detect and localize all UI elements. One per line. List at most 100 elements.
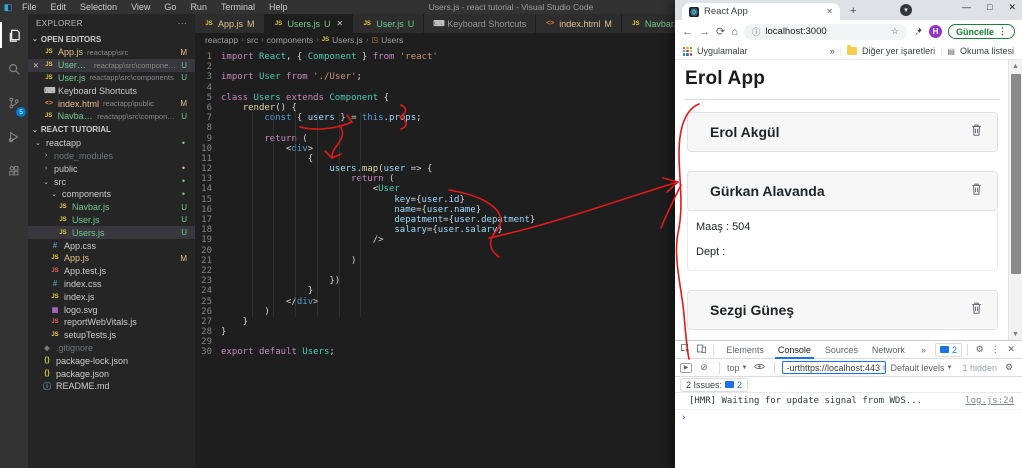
tree-file-app.css[interactable]: #App.css — [28, 239, 195, 252]
extensions-icon[interactable] — [0, 154, 28, 188]
tree-file-.gitignore[interactable]: ◆.gitignore — [28, 342, 195, 355]
address-text[interactable]: localhost:3000 — [765, 26, 886, 37]
explorer-more-icon[interactable]: ··· — [178, 19, 187, 28]
explorer-icon[interactable] — [0, 18, 28, 52]
tree-file-index.js[interactable]: JSindex.js — [28, 290, 195, 303]
tree-file-app.test.js[interactable]: JSApp.test.js — [28, 265, 195, 278]
breadcrumb-item[interactable]: src — [247, 35, 258, 45]
trash-icon[interactable] — [970, 182, 983, 201]
console-sidebar-icon[interactable]: ▶ — [680, 363, 692, 373]
profile-avatar[interactable]: H — [929, 25, 942, 38]
close-icon[interactable]: ✕ — [32, 61, 40, 70]
folder-icon[interactable] — [847, 47, 857, 55]
editor-tab-user-js[interactable]: JSUser.jsU — [353, 14, 424, 33]
devtools-more-tabs-icon[interactable]: » — [914, 341, 933, 359]
menu-go[interactable]: Go — [158, 2, 182, 12]
devtools-tab-network[interactable]: Network — [865, 341, 912, 359]
bookmark-reading-list[interactable]: Okuma listesi — [960, 46, 1014, 56]
user-card-header[interactable]: Gürkan Alavanda — [687, 171, 998, 211]
project-section[interactable]: ⌄ REACT TUTORIAL — [28, 123, 195, 137]
log-levels-selector[interactable]: Default levels ▼ — [890, 363, 952, 373]
tree-folder-node_modules[interactable]: ›node_modules — [28, 150, 195, 163]
devtools-tab-elements[interactable]: Elements — [719, 341, 771, 359]
devtools-tab-sources[interactable]: Sources — [818, 341, 865, 359]
back-icon[interactable]: ← — [682, 26, 693, 38]
menu-edit[interactable]: Edit — [45, 2, 73, 12]
scrollbar-thumb[interactable] — [1011, 74, 1021, 274]
context-selector[interactable]: top ▼ — [727, 363, 747, 373]
breadcrumb-item[interactable]: reactapp — [205, 35, 238, 45]
tree-file-package-lock.json[interactable]: {}package-lock.json — [28, 354, 195, 367]
editor-tab-keyboard-shortcuts[interactable]: ⌨Keyboard Shortcuts — [424, 14, 536, 33]
bookmark-apps[interactable]: Uygulamalar — [697, 46, 748, 56]
console-output[interactable]: [HMR] Waiting for update signal from WDS… — [675, 393, 1022, 468]
open-editors-section[interactable]: ⌄ OPEN EDITORS — [28, 32, 195, 46]
tab-close-icon[interactable]: ✕ — [826, 7, 833, 16]
editor-tab-users-js[interactable]: JSUsers.jsU✕ — [265, 14, 354, 33]
tree-file-logo.svg[interactable]: ▦logo.svg — [28, 303, 195, 316]
bookmarks-overflow-icon[interactable]: » — [830, 46, 835, 56]
close-icon[interactable]: ✕ — [337, 19, 344, 28]
source-control-icon[interactable]: 5 — [0, 86, 28, 120]
site-info-icon[interactable]: ⓘ — [752, 26, 761, 38]
bookmark-other[interactable]: Diğer yer işaretleri — [862, 46, 935, 56]
open-editor-item[interactable]: ⌨Keyboard Shortcuts — [28, 84, 195, 97]
forward-icon[interactable]: → — [699, 26, 710, 38]
browser-tab[interactable]: React App ✕ — [682, 3, 840, 20]
tree-file-package.json[interactable]: {}package.json — [28, 367, 195, 380]
device-toolbar-icon[interactable] — [695, 343, 709, 356]
devtools-menu-icon[interactable]: ⋮ — [989, 344, 1003, 355]
scroll-up-icon[interactable]: ▲ — [1012, 60, 1019, 72]
inspect-element-icon[interactable] — [679, 343, 693, 356]
open-editor-item[interactable]: JSUser.jsreactapp\src\componentsU — [28, 72, 195, 85]
bookmark-star-icon[interactable]: ☆ — [891, 26, 899, 37]
close-icon[interactable]: ✕ — [1008, 2, 1016, 13]
maximize-icon[interactable]: □ — [987, 2, 992, 13]
tree-file-navbar.js[interactable]: JSNavbar.jsU — [28, 201, 195, 214]
home-icon[interactable]: ⌂ — [731, 26, 738, 38]
menu-run[interactable]: Run — [184, 2, 213, 12]
tree-file-users.js[interactable]: JSUsers.jsU — [28, 226, 195, 239]
pin-extension-icon[interactable] — [913, 23, 923, 41]
tree-file-reportwebvitals.js[interactable]: JSreportWebVitals.js — [28, 316, 195, 329]
tree-folder-components[interactable]: ⌄components• — [28, 188, 195, 201]
user-card-header[interactable]: Erol Akgül — [687, 112, 998, 152]
trash-icon[interactable] — [970, 123, 983, 142]
console-filter-input[interactable]: -urthttps://localhost:443 ⊗ — [782, 361, 886, 374]
clear-filter-icon[interactable]: ⊗ — [882, 363, 886, 372]
address-bar[interactable]: ⓘ localhost:3000 ☆ — [744, 24, 907, 40]
console-prompt[interactable]: › — [675, 410, 1022, 423]
issues-chip[interactable]: 2 Issues: 2 — [680, 378, 748, 392]
tree-folder-src[interactable]: ⌄src• — [28, 175, 195, 188]
open-editor-item[interactable]: <>index.htmlreactapp\publicM — [28, 97, 195, 110]
open-editor-item[interactable]: JSApp.jsreactapp\srcM — [28, 46, 195, 59]
new-tab-icon[interactable]: + — [850, 5, 856, 17]
menu-terminal[interactable]: Terminal — [215, 2, 261, 12]
devtools-close-icon[interactable]: ✕ — [1004, 344, 1018, 355]
breadcrumb-item[interactable]: Users.js — [332, 35, 363, 45]
menu-help[interactable]: Help — [263, 2, 294, 12]
tree-file-app.js[interactable]: JSApp.jsM — [28, 252, 195, 265]
apps-grid-icon[interactable] — [683, 47, 692, 56]
editor-tab-app-js[interactable]: JSApp.jsM — [195, 14, 265, 33]
open-editor-item[interactable]: JSNavbar.jsreactapp\src\componentsU — [28, 110, 195, 123]
user-card-header[interactable]: Sezgi Güneş — [687, 290, 998, 330]
trash-icon[interactable] — [970, 301, 983, 320]
tree-file-index.css[interactable]: #index.css — [28, 278, 195, 291]
devtools-settings-icon[interactable]: ⚙ — [973, 344, 987, 355]
tree-folder-public[interactable]: ›public• — [28, 162, 195, 175]
eye-icon[interactable] — [751, 362, 767, 373]
console-source-link[interactable]: log.js:24 — [965, 396, 1014, 406]
menu-view[interactable]: View — [125, 2, 156, 12]
menu-selection[interactable]: Selection — [74, 2, 123, 12]
tree-folder-reactapp[interactable]: ⌄reactapp• — [28, 137, 195, 150]
tree-file-readme.md[interactable]: ⓘREADME.md — [28, 380, 195, 393]
open-editor-item[interactable]: ✕JSUsers.jsreactapp\src\componentsU — [28, 59, 195, 72]
menu-file[interactable]: File — [16, 2, 43, 12]
clear-console-icon[interactable]: ⊘ — [696, 362, 712, 373]
tree-file-setuptests.js[interactable]: JSsetupTests.js — [28, 329, 195, 342]
run-debug-icon[interactable] — [0, 120, 28, 154]
console-settings-icon[interactable]: ⚙ — [1001, 362, 1017, 373]
minimize-icon[interactable]: — — [962, 2, 971, 13]
breadcrumb-item[interactable]: components — [267, 35, 313, 45]
